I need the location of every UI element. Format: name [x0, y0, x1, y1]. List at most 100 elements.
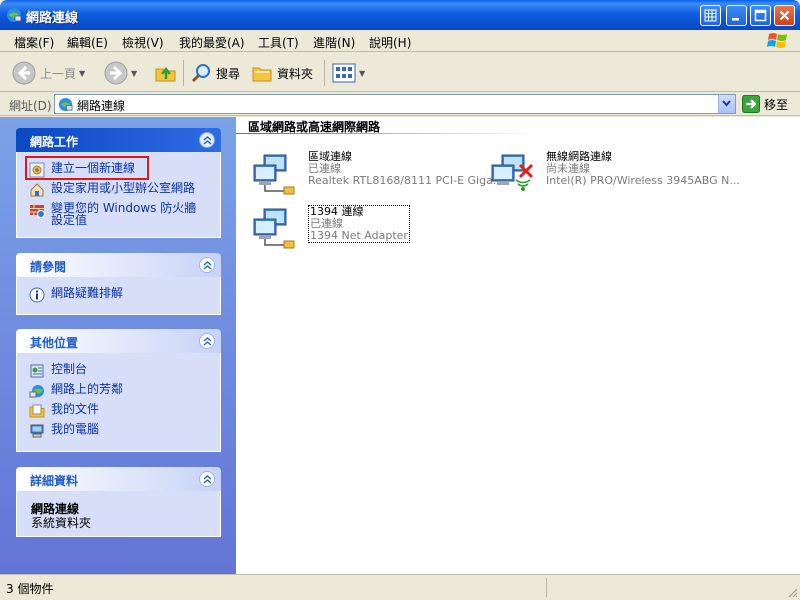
place-control-panel[interactable]: 控制台 [29, 363, 87, 379]
connection-device: 1394 Net Adapter [310, 229, 408, 242]
network-tasks-panel: 網路工作 建立一個新連線 設定家用或小型辦公室網路 變更您的 Windows 防… [16, 128, 221, 238]
search-icon [191, 64, 210, 83]
close-icon [779, 10, 790, 21]
collapse-button[interactable] [199, 257, 215, 273]
connection-item-1394[interactable]: 1394 連線 已連線 1394 Net Adapter [250, 205, 480, 249]
address-bar: 網址(D) 網路連線 移至 [0, 92, 800, 116]
up-folder-icon [155, 66, 176, 82]
go-button[interactable]: 移至 [742, 95, 788, 113]
folders-button[interactable]: 資料夾 [251, 60, 313, 86]
maximize-button[interactable] [750, 5, 771, 26]
details-header[interactable]: 詳細資料 [16, 467, 221, 491]
task-label: 我的電腦 [51, 422, 100, 436]
details-body: 網路連線 系統資料夾 [16, 491, 221, 537]
task-label: 我的文件 [51, 402, 100, 416]
search-button[interactable]: 搜尋 [190, 60, 240, 86]
task-label: 設定家用或小型辦公室網路 [51, 181, 196, 195]
windows-logo-icon [767, 33, 787, 48]
address-input[interactable]: 網路連線 [54, 94, 736, 114]
toolbar: 上一頁 ▼ ▼ 搜尋 資料夾 ▼ [0, 52, 800, 92]
network-tasks-header[interactable]: 網路工作 [16, 128, 221, 152]
views-button[interactable]: ▼ [332, 60, 365, 86]
my-computer-icon [30, 424, 44, 438]
1394-connection-icon [253, 208, 295, 249]
address-value: 網路連線 [77, 99, 126, 113]
file-view[interactable]: 區域網路或高速網際網路 區域連線 已連線 Realtek RTL8168/811… [236, 117, 800, 574]
connection-item-wireless[interactable]: 無線網路連線 尚未連線 Intel(R) PRO/Wireless 3945AB… [488, 151, 740, 195]
see-also-panel: 請參閱 網路疑難排解 [16, 253, 221, 315]
task-pane: 網路工作 建立一個新連線 設定家用或小型辦公室網路 變更您的 Windows 防… [0, 117, 236, 574]
back-arrow-icon [12, 61, 36, 85]
resize-grip-icon[interactable] [786, 586, 798, 598]
panel-title: 網路工作 [30, 135, 79, 149]
highlight-annotation [25, 156, 149, 180]
back-button[interactable]: 上一頁 ▼ [12, 60, 85, 86]
connection-item-lan[interactable]: 區域連線 已連線 Realtek RTL8168/8111 PCI-E Giga… [250, 151, 503, 195]
task-firewall-settings[interactable]: 變更您的 Windows 防火牆設定值 [29, 202, 203, 226]
help-grid-button[interactable] [700, 5, 721, 26]
chevron-up-icon [203, 475, 212, 484]
title-bar[interactable]: 網路連線 [0, 0, 800, 30]
menu-favorites[interactable]: 我的最愛(A) [179, 34, 245, 51]
task-label: 變更您的 Windows 防火牆設定值 [51, 201, 197, 227]
task-label: 網路上的芳鄰 [51, 382, 124, 396]
collapse-button[interactable] [199, 333, 215, 349]
menu-advanced[interactable]: 進階(N) [313, 34, 355, 51]
grid-icon [704, 9, 717, 22]
task-label: 控制台 [51, 362, 88, 376]
minimize-button[interactable] [726, 5, 747, 26]
wireless-connection-icon [491, 154, 534, 191]
object-count: 3 個物件 [6, 582, 54, 596]
chevron-down-icon: ▼ [131, 68, 138, 78]
other-places-header[interactable]: 其他位置 [16, 329, 221, 353]
chevron-down-icon: ▼ [359, 68, 366, 78]
folders-icon [252, 67, 272, 82]
forward-button[interactable]: ▼ [104, 60, 137, 86]
connection-device: Realtek RTL8168/8111 PCI-E Giga... [308, 174, 504, 187]
task-setup-home-network[interactable]: 設定家用或小型辦公室網路 [29, 182, 195, 198]
menu-edit[interactable]: 編輯(E) [67, 34, 108, 51]
go-label: 移至 [764, 97, 789, 112]
chevron-up-icon [203, 261, 212, 270]
status-bar: 3 個物件 [0, 574, 800, 600]
see-also-header[interactable]: 請參閱 [16, 253, 221, 277]
details-type: 系統資料夾 [31, 516, 92, 530]
go-arrow-icon [742, 95, 760, 113]
chevron-down-icon: ▼ [79, 68, 86, 78]
back-label: 上一頁 [40, 66, 77, 81]
task-label: 網路疑難排解 [51, 286, 124, 300]
menu-file[interactable]: 檔案(F) [14, 34, 54, 51]
info-icon [29, 287, 45, 303]
menu-tools[interactable]: 工具(T) [258, 34, 299, 51]
maximize-icon [754, 9, 767, 22]
panel-title: 請參閱 [30, 260, 67, 274]
toolbar-separator [183, 60, 184, 86]
see-also-body: 網路疑難排解 [16, 277, 221, 315]
connection-device: Intel(R) PRO/Wireless 3945ABG N... [546, 174, 740, 187]
connection-meta: 1394 連線 已連線 1394 Net Adapter [308, 205, 410, 243]
menu-bar: 檔案(F) 編輯(E) 檢視(V) 我的最愛(A) 工具(T) 進階(N) 說明… [0, 30, 800, 52]
connection-meta: 區域連線 已連線 Realtek RTL8168/8111 PCI-E Giga… [308, 151, 503, 187]
menu-view[interactable]: 檢視(V) [122, 34, 164, 51]
address-dropdown-button[interactable] [718, 95, 735, 113]
status-divider [546, 578, 547, 597]
task-network-troubleshooter[interactable]: 網路疑難排解 [29, 287, 123, 303]
place-my-computer[interactable]: 我的電腦 [29, 423, 99, 439]
toolbar-separator [324, 60, 325, 86]
network-places-icon [29, 385, 44, 398]
network-tasks-body: 建立一個新連線 設定家用或小型辦公室網路 變更您的 Windows 防火牆設定值 [16, 152, 221, 238]
address-label: 網址(D) [9, 99, 52, 113]
up-folder-button[interactable] [154, 60, 178, 86]
place-network-neighborhood[interactable]: 網路上的芳鄰 [29, 383, 123, 399]
menu-help[interactable]: 說明(H) [369, 34, 411, 51]
close-button[interactable] [774, 5, 795, 26]
firewall-icon [30, 205, 45, 218]
views-icon [332, 63, 356, 83]
details-panel: 詳細資料 網路連線 系統資料夾 [16, 467, 221, 537]
my-documents-icon [29, 404, 45, 418]
collapse-button[interactable] [199, 132, 215, 148]
chevron-up-icon [203, 337, 212, 346]
collapse-button[interactable] [199, 471, 215, 487]
place-my-documents[interactable]: 我的文件 [29, 403, 99, 419]
search-label: 搜尋 [216, 66, 241, 81]
